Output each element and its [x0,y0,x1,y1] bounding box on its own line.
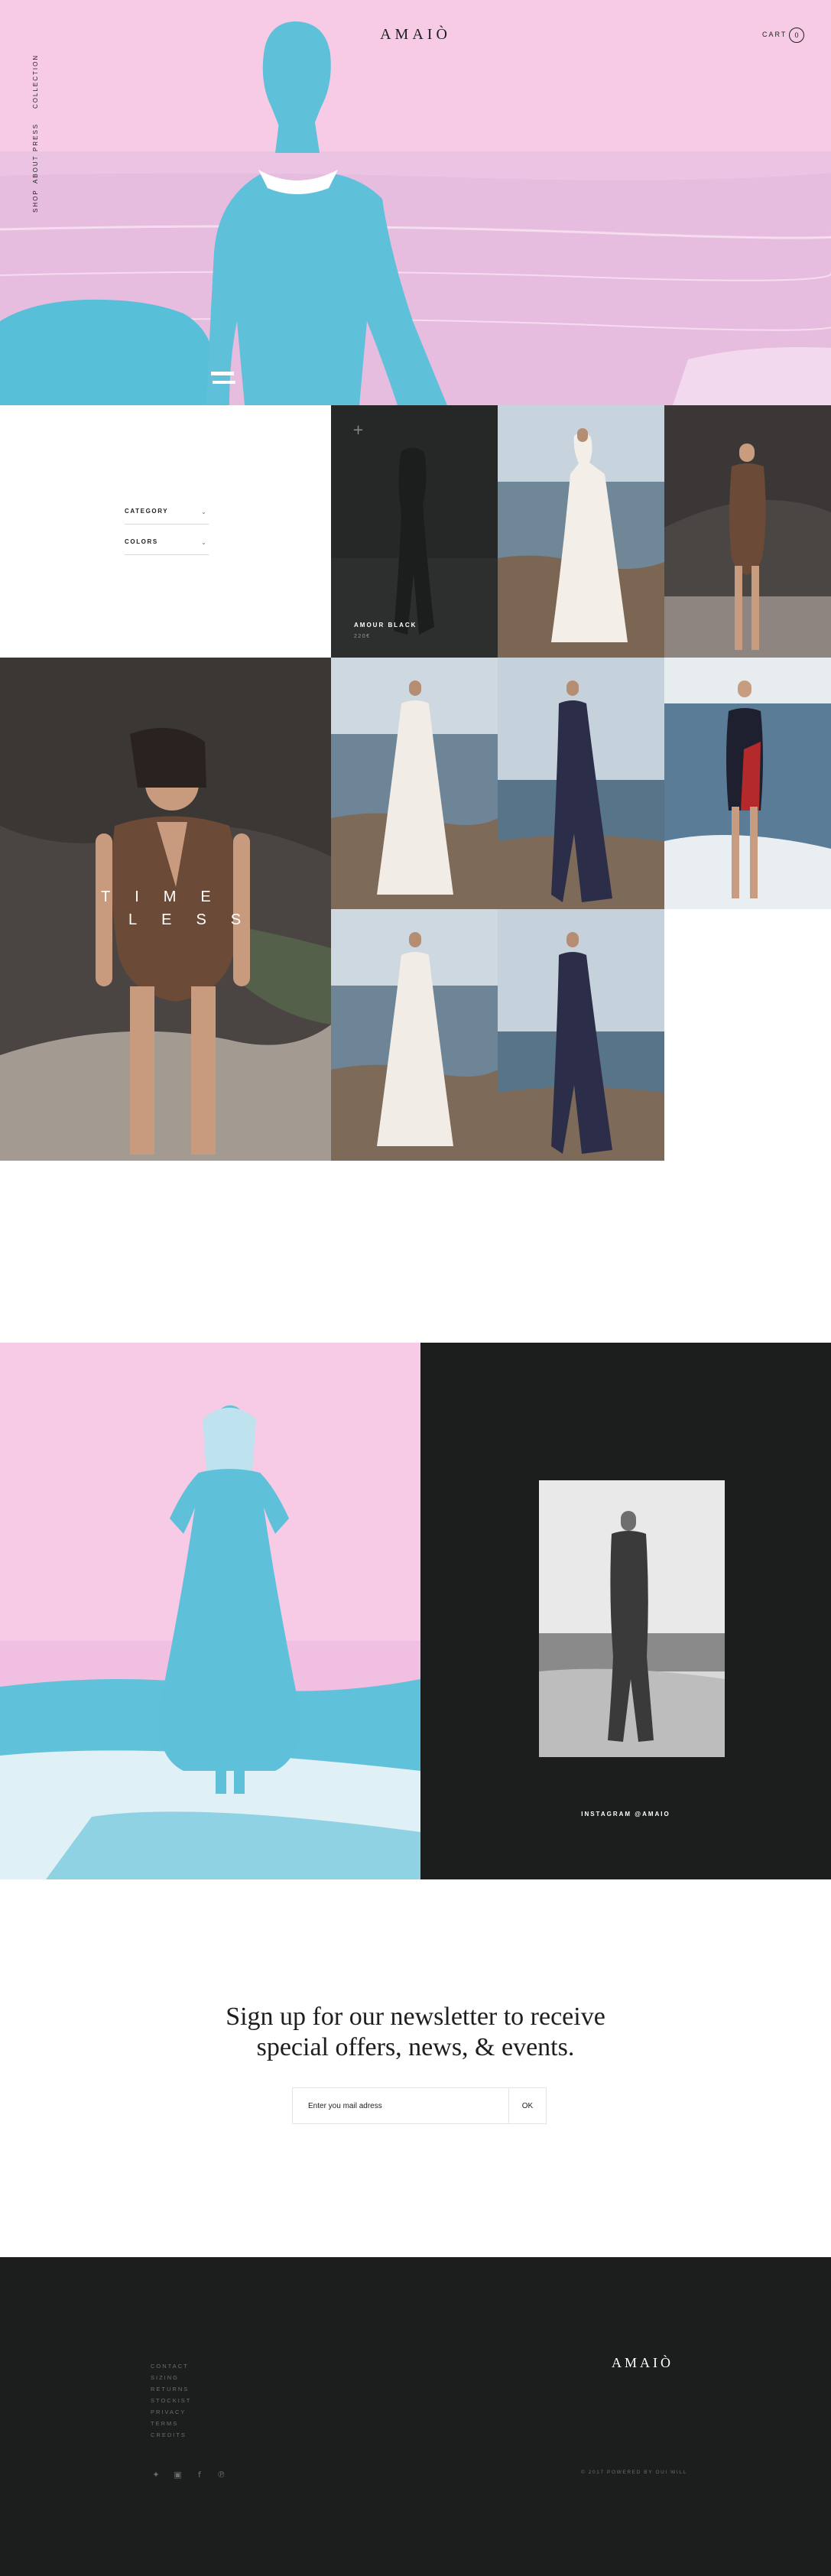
product-name: AMOUR BLACK [354,622,417,629]
pinterest-icon[interactable]: ℗ [216,2470,226,2480]
plus-icon[interactable]: + [352,422,364,438]
chevron-down-icon: ⌄ [201,541,207,546]
nav-shop[interactable]: SHOP [32,189,39,213]
instagram-icon[interactable]: ▣ [172,2470,183,2480]
footer-link-terms[interactable]: TERMS [151,2420,191,2431]
vertical-nav: COLLECTION PRESS ABOUT SHOP [17,31,40,213]
footer-link-credits[interactable]: CREDITS [151,2431,191,2443]
twitter-icon[interactable]: ✦ [151,2470,161,2480]
facebook-icon[interactable]: f [194,2470,205,2480]
overlay-text-line1: TIME [101,888,235,905]
campaign-tile-timeless[interactable]: TIME LESS [0,658,331,1161]
footer: CONTACT SIZING RETURNS STOCKIST PRIVACY … [0,2257,831,2576]
nav-about[interactable]: ABOUT [32,154,39,184]
brand-logo[interactable]: AMAIÒ [0,26,831,44]
product-tile-featured[interactable]: + AMOUR BLACK 220€ [331,405,498,658]
cart-link[interactable]: CART [762,31,787,38]
product-image [331,658,498,909]
instagram-panel [420,1343,831,1879]
filter-colors-label: COLORS [125,538,158,545]
social-links: ✦ ▣ f ℗ [151,2467,234,2481]
product-image [331,909,498,1161]
newsletter-title: Sign up for our newsletter to receive sp… [0,2002,831,2063]
filter-panel: CATEGORY ⌄ COLORS ⌄ [0,405,331,658]
newsletter-form: OK [292,2087,547,2124]
editorial-photo [0,1343,420,1879]
filter-category[interactable]: CATEGORY ⌄ [125,508,209,525]
product-image [498,909,664,1161]
filter-colors[interactable]: COLORS ⌄ [125,538,209,555]
nav-collection[interactable]: COLLECTION [32,54,39,109]
hero-image [0,0,831,405]
product-image [664,405,831,658]
campaign-image [0,658,331,1161]
product-tile[interactable] [664,658,831,909]
filter-category-label: CATEGORY [125,508,169,515]
footer-link-returns[interactable]: RETURNS [151,2386,191,2397]
product-tile[interactable] [331,909,498,1161]
product-image [664,658,831,909]
chevron-down-icon: ⌄ [201,510,207,515]
nav-press[interactable]: PRESS [32,123,39,151]
product-image [498,405,664,658]
overlay-text-line2: LESS [128,911,266,928]
editorial-image [0,1343,420,1879]
product-tile[interactable] [664,405,831,658]
instagram-link[interactable]: INSTAGRAM @AMAIO [420,1811,831,1817]
product-tile[interactable] [498,658,664,909]
product-tile[interactable] [498,405,664,658]
instagram-photo[interactable] [420,1343,831,1879]
footer-logo[interactable]: AMAIÒ [612,2355,674,2371]
newsletter-title-line2: special offers, news, & events. [256,2033,575,2061]
product-image [331,405,498,658]
product-price: 220€ [354,634,371,639]
footer-link-contact[interactable]: CONTACT [151,2363,191,2374]
footer-link-privacy[interactable]: PRIVACY [151,2409,191,2420]
submit-button[interactable]: OK [508,2088,546,2123]
newsletter-title-line1: Sign up for our newsletter to receive [226,2003,605,2031]
footer-links: CONTACT SIZING RETURNS STOCKIST PRIVACY … [151,2363,191,2443]
product-tile[interactable] [498,909,664,1161]
email-field[interactable] [293,2088,508,2123]
copyright: © 2017 POWERED BY OUI WILL [581,2470,687,2475]
product-tile[interactable] [331,658,498,909]
footer-link-stockist[interactable]: STOCKIST [151,2397,191,2409]
footer-link-sizing[interactable]: SIZING [151,2374,191,2386]
product-image [498,658,664,909]
cart-count-badge[interactable]: 0 [789,28,804,43]
hero-banner [0,0,831,405]
